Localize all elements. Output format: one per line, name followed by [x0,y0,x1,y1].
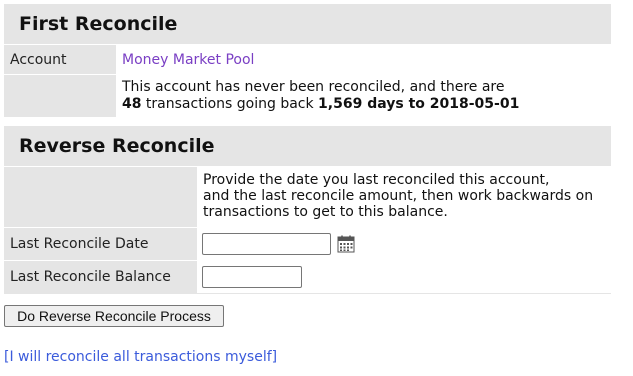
account-link[interactable]: Money Market Pool [122,52,254,68]
last-balance-input[interactable] [202,266,302,288]
last-date-cell [197,228,611,260]
reconcile-status-label [4,75,116,117]
calendar-icon[interactable] [337,235,355,253]
last-date-row: Last Reconcile Date [4,227,611,260]
last-balance-cell [197,261,611,293]
instructions-row: Provide the date you last reconciled thi… [4,166,611,227]
status-line-2: 48 transactions going back 1,569 days to… [122,96,611,113]
account-value-cell: Money Market Pool [116,45,611,74]
last-balance-row: Last Reconcile Balance [4,260,611,293]
instructions-text: Provide the date you last reconciled thi… [197,167,611,227]
instruction-line-3: transactions to get to this balance. [203,204,448,220]
instruction-line-1: Provide the date you last reconciled thi… [203,172,550,188]
status-line-1: This account has never been reconciled, … [122,79,505,95]
reverse-reconcile-button[interactable]: Do Reverse Reconcile Process [4,305,224,327]
first-reconcile-title: First Reconcile [19,13,178,35]
account-row: Account Money Market Pool [4,44,611,74]
reverse-reconcile-panel: Reverse Reconcile Provide the date you l… [4,126,611,294]
last-date-label: Last Reconcile Date [4,228,197,260]
transaction-count: 48 [122,96,142,112]
reconcile-myself-link[interactable]: [I will reconcile all transactions mysel… [4,349,277,365]
days-back-text: 1,569 days to 2018-05-01 [318,96,520,112]
reverse-reconcile-title: Reverse Reconcile [19,135,215,157]
last-date-input[interactable] [202,233,331,255]
instructions-label [4,167,197,227]
instruction-line-2: and the last reconcile amount, then work… [203,188,594,204]
reconcile-status-row: This account has never been reconciled, … [4,74,611,117]
last-balance-label: Last Reconcile Balance [4,261,197,293]
account-label: Account [4,45,116,74]
first-reconcile-panel: First Reconcile Account Money Market Poo… [4,4,611,117]
reconcile-status-message: This account has never been reconciled, … [116,75,611,117]
status-mid-text: transactions going back [141,96,319,112]
